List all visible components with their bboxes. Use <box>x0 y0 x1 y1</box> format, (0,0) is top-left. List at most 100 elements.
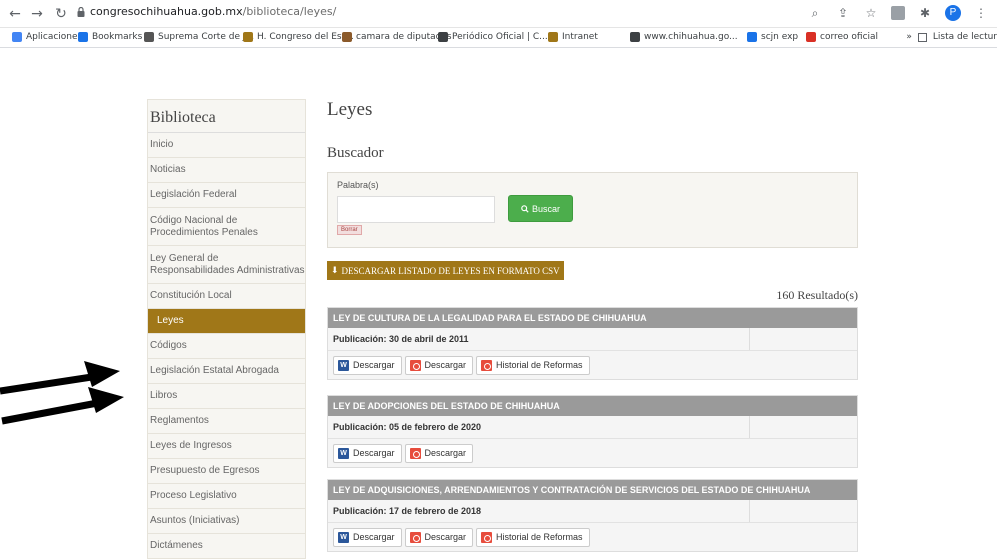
sidebar-item[interactable]: Legislación Estatal Abrogada <box>148 359 305 384</box>
bookmark-item[interactable]: Bookmarks <box>78 32 142 42</box>
button-label: Historial de Reformas <box>496 532 583 542</box>
search-input[interactable] <box>337 196 495 223</box>
sidebar-item[interactable]: Constitución Local <box>148 284 305 309</box>
bookmark-item[interactable]: correo oficial <box>806 32 878 42</box>
results-count: 160 Resultado(s) <box>776 288 858 302</box>
law-card: LEY DE ADOPCIONES DEL ESTADO DE CHIHUAHU… <box>327 395 858 468</box>
sidebar-item[interactable]: Leyes de Ingresos <box>148 434 305 459</box>
law-title[interactable]: LEY DE ADOPCIONES DEL ESTADO DE CHIHUAHU… <box>328 396 857 416</box>
search-button[interactable]: Buscar <box>508 195 573 222</box>
sidebar-item[interactable]: Ley General de Responsabilidades Adminis… <box>148 246 305 284</box>
page-title: Leyes <box>327 99 373 120</box>
url-path: /biblioteca/leyes/ <box>242 5 337 18</box>
sidebar-item[interactable]: Proceso Legislativo <box>148 484 305 509</box>
reform-history-button[interactable]: Historial de Reformas <box>476 355 590 375</box>
share-icon[interactable]: ⇪ <box>835 5 851 21</box>
arrowhead-lower <box>88 387 124 413</box>
reform-history-button[interactable]: Historial de Reformas <box>476 527 590 547</box>
star-icon <box>78 32 88 42</box>
word-icon: W <box>338 359 349 371</box>
download-word-button[interactable]: W Descargar <box>333 443 402 463</box>
download-word-button[interactable]: W Descargar <box>333 527 402 547</box>
sidebar-item[interactable]: Legislación Federal <box>148 183 305 208</box>
search-label: Palabra(s) <box>337 180 379 190</box>
law-title[interactable]: LEY DE ADQUISICIONES, ARRENDAMIENTOS Y C… <box>328 480 857 500</box>
url-host: congresochihuahua.gob.mx <box>90 5 243 18</box>
bookmark-item[interactable]: Intranet <box>548 32 598 42</box>
button-label: Descargar <box>353 448 395 458</box>
download-pdf-button[interactable]: Descargar <box>404 527 474 547</box>
back-icon[interactable]: ← <box>6 5 24 23</box>
word-icon: W <box>338 531 349 543</box>
column-divider <box>749 416 750 438</box>
sidebar-item[interactable]: Leyes <box>148 309 305 334</box>
button-label: Descargar <box>424 360 467 370</box>
zoom-icon[interactable]: ⌕ <box>807 5 823 21</box>
bookmark-label: H. Congreso del Est... <box>257 32 354 42</box>
reading-list-icon <box>917 32 927 42</box>
x-icon <box>806 32 816 42</box>
sidebar-item[interactable]: Noticias <box>148 158 305 183</box>
sidebar-item[interactable]: Inicio <box>148 133 305 158</box>
law-publication-row: Publicación: 17 de febrero de 2018 <box>328 500 857 523</box>
bookmarks-bar: Aplicaciones Bookmarks Suprema Corte de J.… <box>0 28 997 48</box>
word-icon: W <box>338 447 349 459</box>
bookmark-label: Periódico Oficial | C... <box>452 32 548 42</box>
reading-list-button[interactable]: Lista de lectur <box>933 32 997 42</box>
button-label: Descargar <box>424 448 467 458</box>
sidebar-item[interactable]: Código Nacional de Procedimientos Penale… <box>148 208 305 246</box>
bookmark-item[interactable]: Suprema Corte de J... <box>144 32 254 42</box>
address-bar[interactable]: congresochihuahua.gob.mx/biblioteca/leye… <box>90 5 336 18</box>
download-pdf-button[interactable]: Descargar <box>404 443 474 463</box>
button-label: Historial de Reformas <box>496 360 583 370</box>
more-bookmarks-icon[interactable]: » <box>906 32 912 42</box>
bookmark-item[interactable]: Aplicaciones <box>12 32 82 42</box>
sidebar-title: Biblioteca <box>148 100 305 133</box>
sidebar-item[interactable]: Códigos <box>148 334 305 359</box>
puzzle-icon[interactable]: ✱ <box>917 5 933 21</box>
bookmark-label: Suprema Corte de J... <box>158 32 255 42</box>
search-heading: Buscador <box>327 145 384 161</box>
bookmark-item[interactable]: scjn exp <box>747 32 798 42</box>
search-button-label: Buscar <box>531 203 560 214</box>
law-publication-row: Publicación: 05 de febrero de 2020 <box>328 416 857 439</box>
browser-toolbar: ← → ↻ congresochihuahua.gob.mx/bibliotec… <box>0 0 997 28</box>
sidebar: Biblioteca Inicio Noticias Legislación Fed… <box>147 99 306 559</box>
sidebar-item[interactable]: Dictámenes <box>148 534 305 559</box>
search-panel: Palabra(s) Buscar Borrar <box>327 172 858 248</box>
bookmark-star-icon[interactable]: ☆ <box>863 5 879 21</box>
column-divider <box>749 328 750 350</box>
menu-icon[interactable]: ⋮ <box>973 5 989 21</box>
download-csv-label: DESCARGAR LISTADO DE LEYES EN FORMATO CS… <box>341 265 560 276</box>
bookmark-item[interactable]: camara de diputados <box>342 32 452 42</box>
sidebar-item[interactable]: Libros <box>148 384 305 409</box>
pdf-icon <box>481 531 493 543</box>
sidebar-item[interactable]: Reglamentos <box>148 409 305 434</box>
extension-icon[interactable] <box>891 6 905 20</box>
sidebar-item[interactable]: Asuntos (Iniciativas) <box>148 509 305 534</box>
search-icon <box>521 204 529 213</box>
avatar[interactable]: P <box>945 5 961 21</box>
sidebar-item[interactable]: Presupuesto de Egresos <box>148 459 305 484</box>
button-label: Descargar <box>353 532 395 542</box>
download-csv-button[interactable]: ⬇ DESCARGAR LISTADO DE LEYES EN FORMATO … <box>327 261 564 280</box>
bookmark-label: scjn exp <box>761 32 799 42</box>
law-title[interactable]: LEY DE CULTURA DE LA LEGALIDAD PARA EL E… <box>328 308 857 328</box>
bookmark-item[interactable]: Periódico Oficial | C... <box>438 32 548 42</box>
law-card: LEY DE ADQUISICIONES, ARRENDAMIENTOS Y C… <box>327 479 858 552</box>
clear-button[interactable]: Borrar <box>337 225 362 235</box>
download-pdf-button[interactable]: Descargar <box>404 355 474 375</box>
button-label: Descargar <box>424 532 467 542</box>
download-word-button[interactable]: W Descargar <box>333 355 402 375</box>
bookmark-item[interactable]: H. Congreso del Est... <box>243 32 354 42</box>
camara-icon <box>342 32 352 42</box>
forward-icon[interactable]: → <box>28 5 46 23</box>
seal-icon <box>548 32 558 42</box>
bookmark-item[interactable]: www.chihuahua.go... <box>630 32 738 42</box>
arrowhead-upper <box>84 361 120 387</box>
law-publication-row: Publicación: 30 de abril de 2011 <box>328 328 857 351</box>
globe-icon <box>144 32 154 42</box>
law-buttons-row: W Descargar Descargar Historial de Reformas <box>328 351 857 379</box>
reload-icon[interactable]: ↻ <box>52 5 70 23</box>
column-divider <box>749 500 750 522</box>
